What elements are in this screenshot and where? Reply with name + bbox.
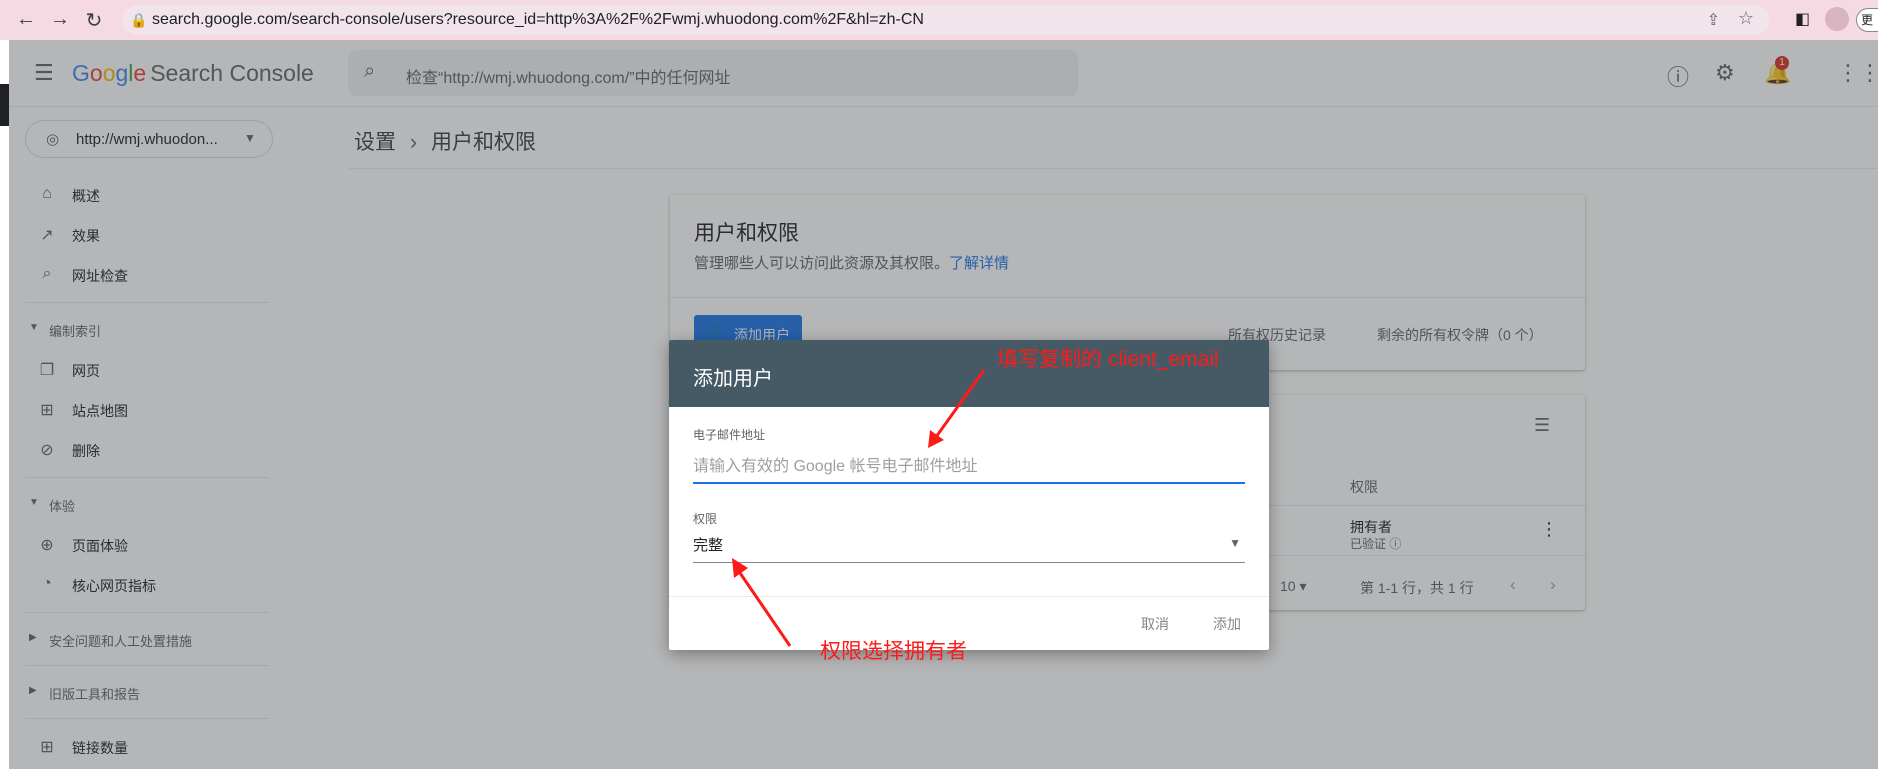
- permission-value: 完整: [693, 537, 724, 554]
- share-icon[interactable]: ⇪: [1707, 10, 1720, 30]
- reload-icon[interactable]: ↻: [82, 8, 106, 33]
- url-text: search.google.com/search-console/users?r…: [152, 11, 924, 28]
- address-bar[interactable]: 🔒 search.google.com/search-console/users…: [122, 5, 1770, 35]
- annotation-permission: 权限选择拥有者: [820, 640, 967, 663]
- forward-icon[interactable]: →: [48, 8, 72, 31]
- email-label: 电子邮件地址: [693, 428, 766, 442]
- permission-select[interactable]: 完整 ▼: [693, 530, 1245, 563]
- side-panel-icon[interactable]: ◧: [1795, 9, 1810, 29]
- dialog-title: 添加用户: [693, 368, 773, 390]
- permission-label: 权限: [693, 512, 718, 526]
- annotation-email: 填写复制的 client_email: [997, 348, 1219, 371]
- add-user-dialog: 添加用户 电子邮件地址 权限 完整 ▼ 取消 添加: [669, 340, 1269, 650]
- caret-down-icon: ▼: [1229, 536, 1241, 550]
- update-button[interactable]: 更: [1856, 8, 1878, 32]
- add-button[interactable]: 添加: [1213, 614, 1241, 634]
- browser-toolbar: ← → ↻ 🔒 search.google.com/search-console…: [0, 0, 1878, 40]
- back-icon[interactable]: ←: [14, 8, 38, 31]
- bookmark-star-icon[interactable]: ☆: [1738, 8, 1754, 29]
- left-edge: [0, 40, 9, 769]
- email-field[interactable]: [693, 452, 1245, 484]
- profile-avatar[interactable]: [1825, 7, 1849, 31]
- cancel-button[interactable]: 取消: [1141, 614, 1169, 634]
- lock-icon: 🔒: [130, 12, 148, 28]
